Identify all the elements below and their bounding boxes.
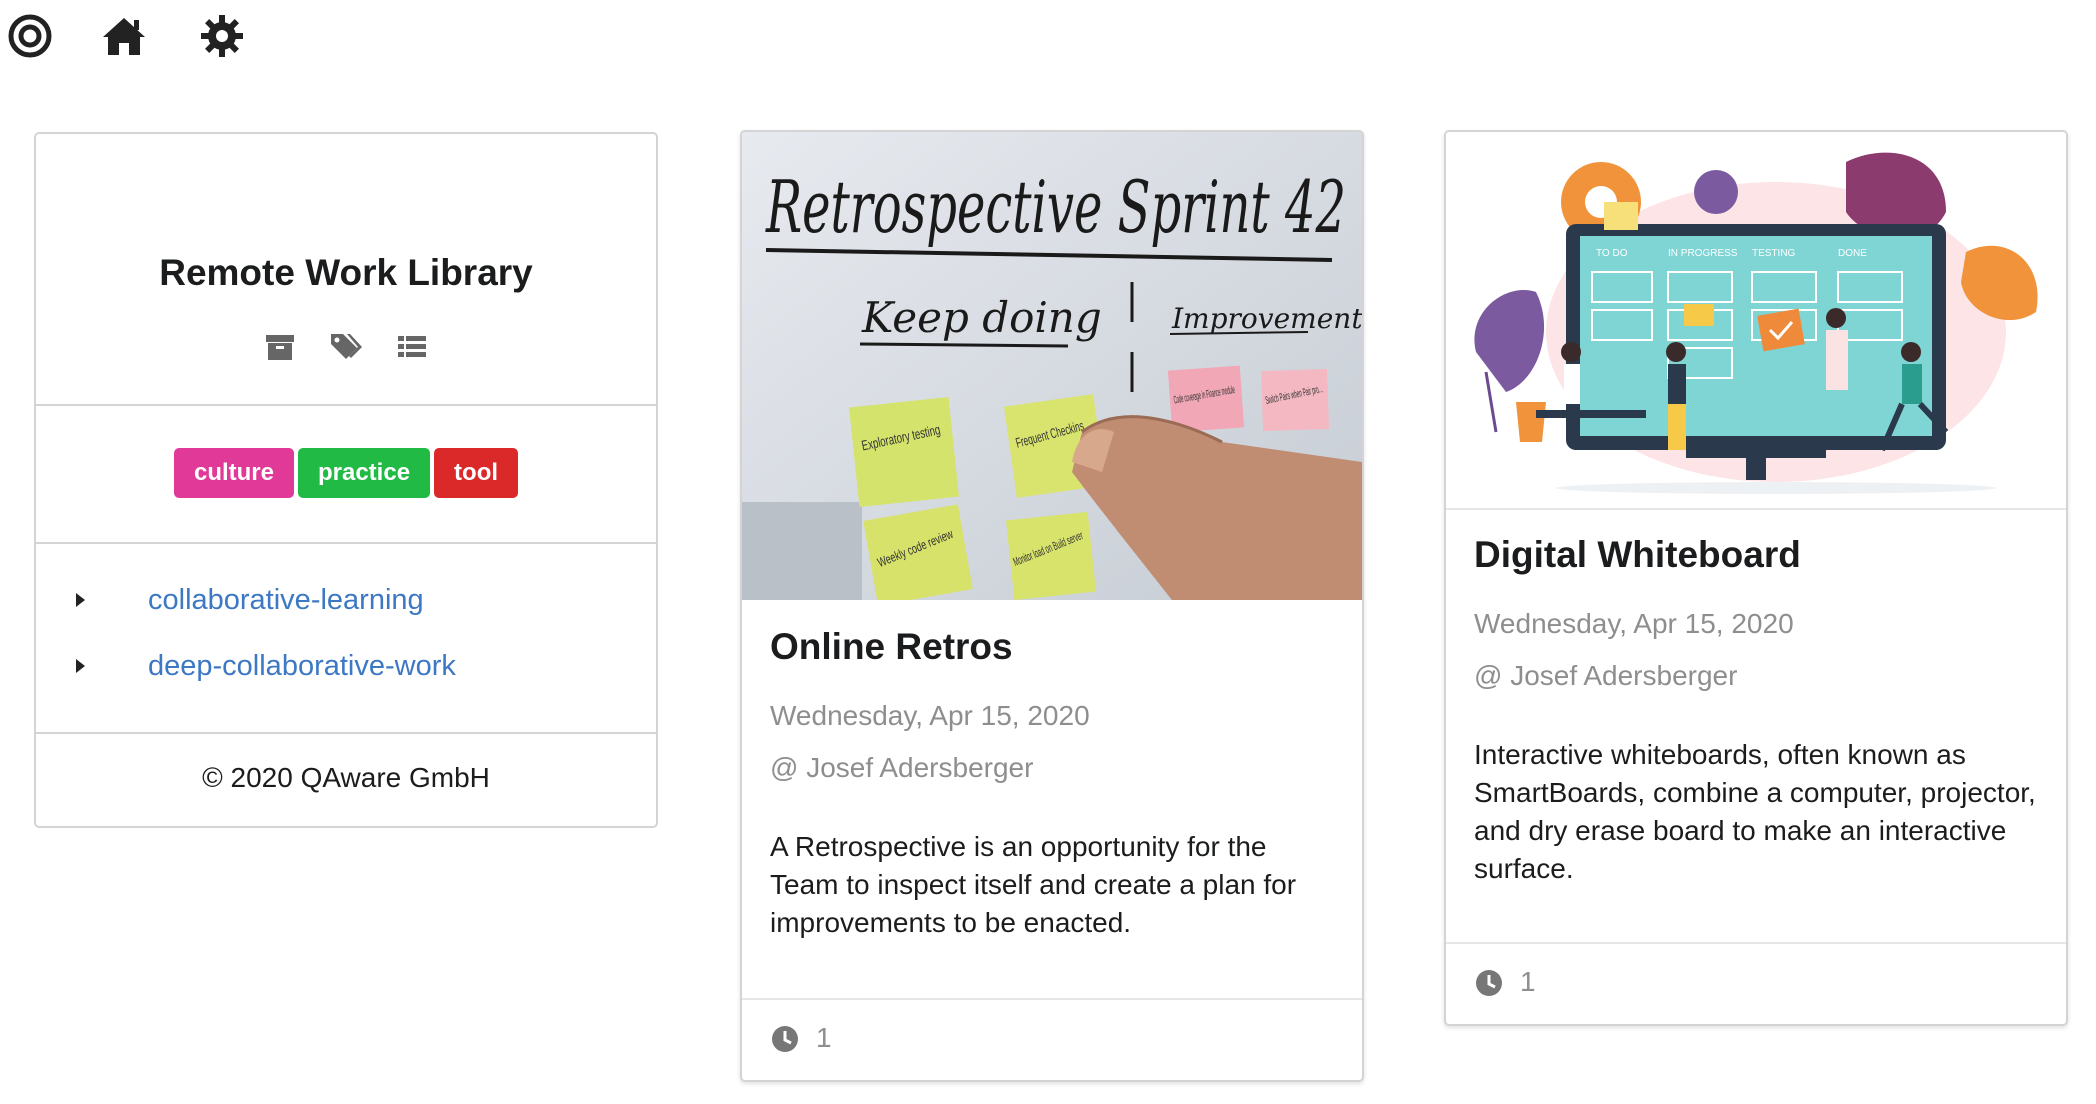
board-column-label: TO DO xyxy=(1596,248,1628,259)
library-sidebar: Remote Work Library culture practice too… xyxy=(34,132,658,828)
retro-heading-text: Retrospective Sprint 42 xyxy=(765,165,1346,249)
board-column-label: IN PROGRESS xyxy=(1668,248,1738,259)
caret-right-icon[interactable] xyxy=(74,656,88,676)
top-navbar xyxy=(0,0,400,80)
topic-link-collaborative-learning[interactable]: collaborative-learning xyxy=(148,584,424,617)
retro-col2-text: Improvements xyxy=(1171,302,1362,335)
tags-icon[interactable] xyxy=(329,330,363,364)
topic-link-deep-collaborative-work[interactable]: deep-collaborative-work xyxy=(148,650,456,683)
post-card-online-retros[interactable]: Retrospective Sprint 42 Keep doing Impro… xyxy=(740,130,1364,1082)
target-icon[interactable] xyxy=(6,12,54,60)
post-description: A Retrospective is an opportunity for th… xyxy=(770,831,1297,938)
post-footer: 1 xyxy=(742,998,1362,1080)
topic-section: collaborative-learning deep-collaborativ… xyxy=(36,542,656,734)
post-image-whiteboard: TO DO IN PROGRESS TESTING DONE xyxy=(1446,132,2066,510)
library-title: Remote Work Library xyxy=(159,252,533,293)
archive-icon[interactable] xyxy=(263,330,297,364)
home-icon[interactable] xyxy=(100,12,148,60)
list-icon[interactable] xyxy=(395,330,429,364)
post-description: Interactive whiteboards, often known as … xyxy=(1474,739,2036,884)
library-view-icons xyxy=(36,330,656,369)
tag-section: culture practice tool xyxy=(36,404,656,544)
tag-culture[interactable]: culture xyxy=(173,448,294,498)
library-header: Remote Work Library xyxy=(36,134,656,406)
retro-col1-text: Keep doing xyxy=(861,293,1102,342)
clock-icon xyxy=(770,1024,800,1054)
tag-practice[interactable]: practice xyxy=(297,448,431,498)
board-column-label: TESTING xyxy=(1752,248,1796,259)
clock-icon xyxy=(1474,968,1504,998)
post-date: Wednesday, Apr 15, 2020 xyxy=(770,700,1090,731)
post-date: Wednesday, Apr 15, 2020 xyxy=(1474,608,1794,639)
post-card-digital-whiteboard[interactable]: TO DO IN PROGRESS TESTING DONE Digital W… xyxy=(1444,130,2068,1026)
post-author: @ Josef Adersberger xyxy=(1474,660,1738,691)
tag-tool[interactable]: tool xyxy=(434,448,519,498)
post-author: @ Josef Adersberger xyxy=(770,752,1034,783)
copyright-text: © 2020 QAware GmbH xyxy=(202,762,490,793)
footer-section: © 2020 QAware GmbH xyxy=(36,732,656,828)
tag-list: culture practice tool xyxy=(36,448,656,498)
post-read-count: 1 xyxy=(816,1022,832,1053)
post-image-retrospective: Retrospective Sprint 42 Keep doing Impro… xyxy=(742,132,1362,600)
post-footer: 1 xyxy=(1446,942,2066,1024)
post-read-count: 1 xyxy=(1520,966,1536,997)
caret-right-icon[interactable] xyxy=(74,590,88,610)
post-title[interactable]: Online Retros xyxy=(770,626,1013,668)
post-title[interactable]: Digital Whiteboard xyxy=(1474,534,1801,576)
board-column-label: DONE xyxy=(1838,248,1867,259)
gear-icon[interactable] xyxy=(198,12,246,60)
